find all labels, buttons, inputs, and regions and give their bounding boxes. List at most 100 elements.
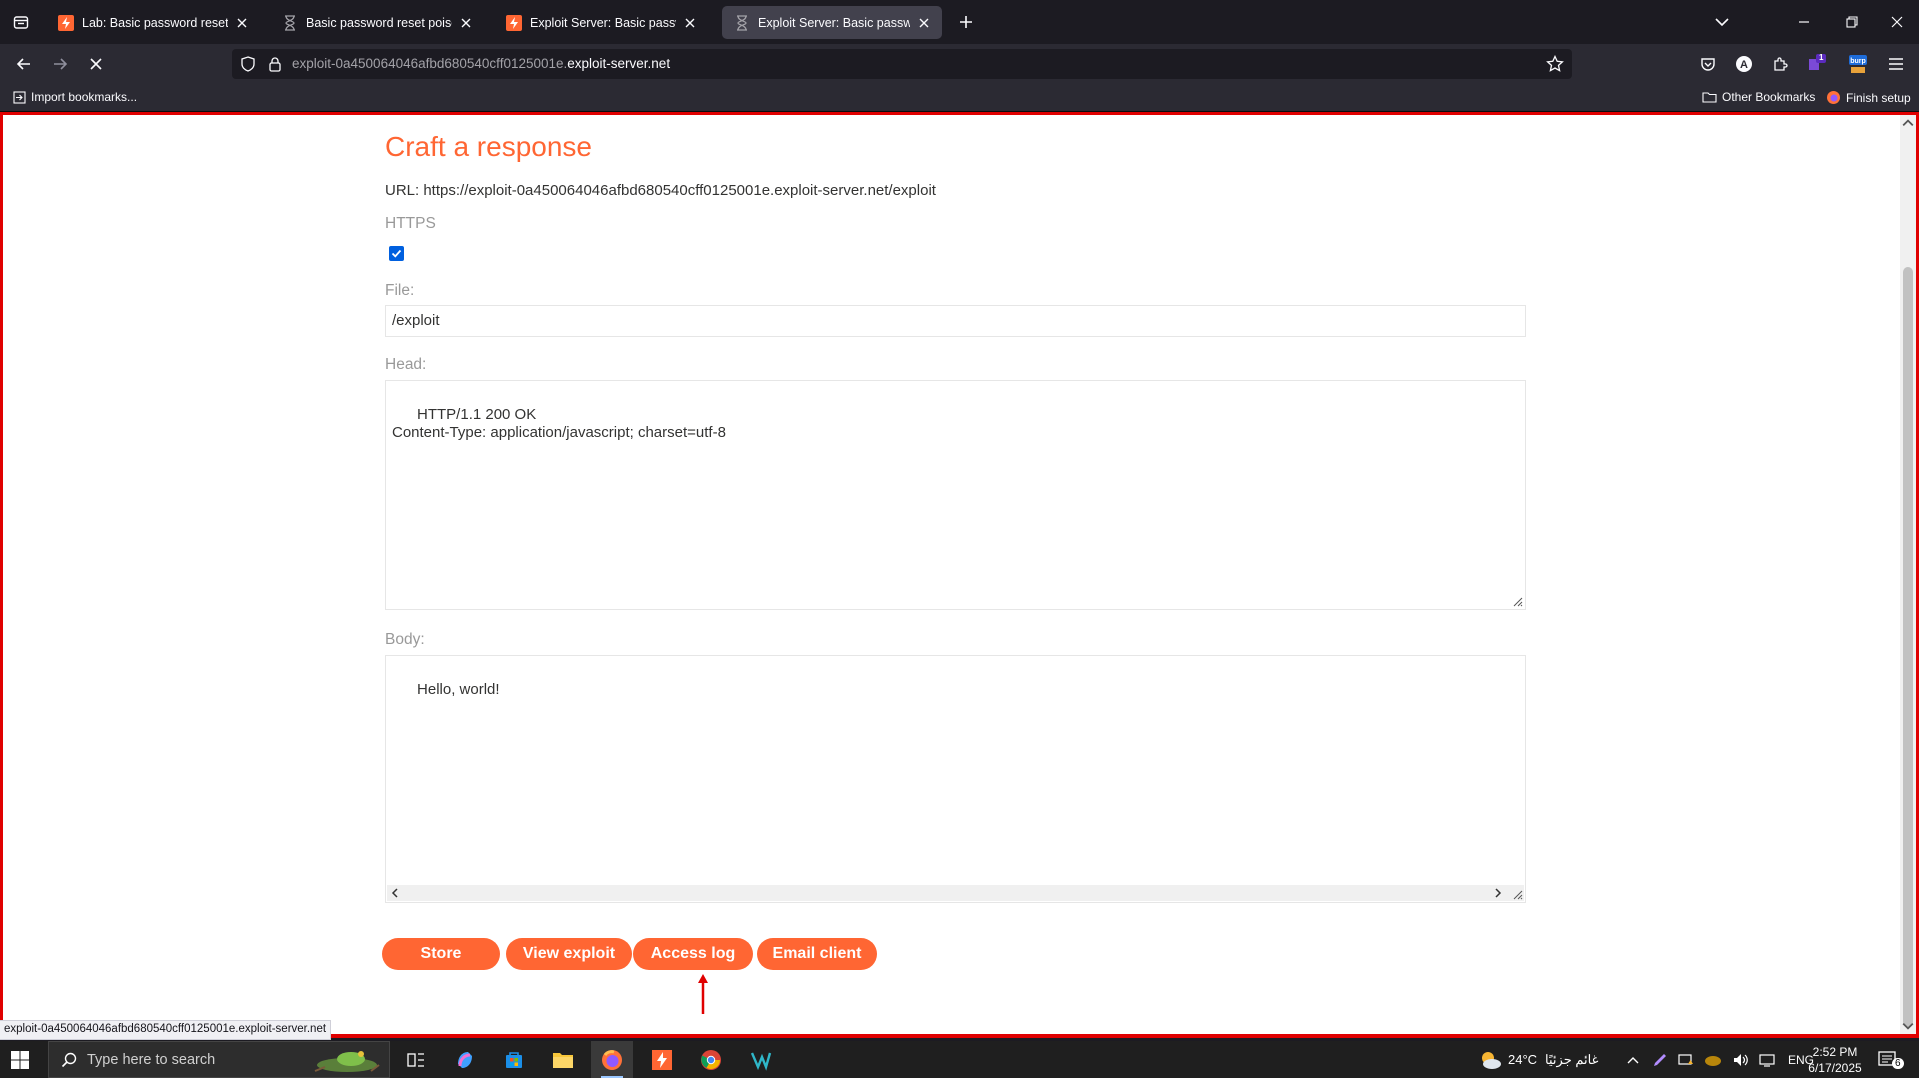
cloud-icon[interactable] <box>1704 1053 1722 1067</box>
list-all-tabs-button[interactable] <box>1708 8 1736 36</box>
extension-badge-button[interactable]: 1 <box>1802 50 1830 78</box>
access-log-button[interactable]: Access log <box>633 938 753 970</box>
vertical-scrollbar[interactable] <box>1900 115 1916 1034</box>
scroll-up-icon <box>1902 119 1914 127</box>
ethernet-icon[interactable] <box>1758 1053 1776 1067</box>
search-highlight-frog-icon <box>314 1051 380 1072</box>
checkmark-icon <box>391 249 402 258</box>
lock-icon[interactable] <box>268 56 282 72</box>
import-bookmarks-link[interactable]: Import bookmarks... <box>13 90 137 104</box>
scrollbar-thumb[interactable] <box>1903 267 1913 1027</box>
burp-extension-button[interactable]: burp <box>1844 50 1872 78</box>
url-text[interactable]: exploit-0a450064046afbd680540cff0125001e… <box>292 56 670 71</box>
other-bookmarks-folder[interactable]: Other Bookmarks <box>1702 90 1815 104</box>
finish-setup-label: Finish setup <box>1846 90 1911 105</box>
account-button[interactable]: A <box>1730 50 1758 78</box>
horizontal-scrollbar[interactable] <box>387 885 1524 901</box>
https-label: HTTPS <box>385 215 436 232</box>
navigation-toolbar: exploit-0a450064046afbd680540cff0125001e… <box>0 44 1919 84</box>
copilot-button[interactable] <box>444 1041 486 1078</box>
system-tray-icons: ENG <box>1626 1041 1814 1078</box>
tab-exploit-server-active[interactable]: Exploit Server: Basic password reset poi… <box>722 6 942 39</box>
weather-temperature: 24°C <box>1508 1052 1538 1067</box>
store-button[interactable]: Store <box>382 938 500 970</box>
hourglass-icon <box>282 14 298 31</box>
portswigger-icon <box>506 14 522 31</box>
task-view-icon <box>407 1052 424 1067</box>
weather-widget[interactable]: 24°C غائم جزئيًا <box>1478 1041 1598 1078</box>
close-tab-icon[interactable] <box>916 15 932 31</box>
page-title: Craft a response <box>385 131 592 162</box>
firefox-icon <box>602 1049 622 1070</box>
minimize-icon <box>1799 21 1809 23</box>
app-icon <box>750 1052 772 1071</box>
burp-suite-button[interactable] <box>641 1041 683 1078</box>
scroll-right-icon <box>1495 888 1502 898</box>
task-view-button[interactable] <box>395 1041 437 1078</box>
link-status-tooltip: exploit-0a450064046afbd680540cff0125001e… <box>0 1020 332 1040</box>
new-tab-button[interactable] <box>954 10 978 34</box>
vscode-like-app-button[interactable] <box>740 1041 782 1078</box>
tab-title: Lab: Basic password reset poisoning <box>82 15 228 30</box>
clock-date: 6/17/2025 <box>1808 1061 1862 1075</box>
chevron-up-icon[interactable] <box>1626 1055 1640 1065</box>
chrome-button[interactable] <box>690 1041 732 1078</box>
firefox-view-button[interactable] <box>8 9 34 35</box>
view-exploit-button[interactable]: View exploit <box>506 938 632 970</box>
finish-setup-link[interactable]: Finish setup <box>1826 90 1911 105</box>
tab-basic-password-reset[interactable]: Basic password reset poisoning <box>270 6 484 39</box>
close-window-button[interactable] <box>1883 8 1911 36</box>
resize-handle-icon[interactable] <box>1511 595 1523 607</box>
back-button[interactable] <box>10 50 38 78</box>
taskbar-clock[interactable]: 2:52 PM 6/17/2025 <box>1800 1044 1870 1076</box>
email-client-button[interactable]: Email client <box>757 938 877 970</box>
forward-button[interactable] <box>46 50 74 78</box>
arrow-left-icon <box>16 58 30 70</box>
tab-exploit-server-1[interactable]: Exploit Server: Basic password reset poi… <box>494 6 708 39</box>
head-textarea[interactable]: HTTP/1.1 200 OK Content-Type: applicatio… <box>385 380 1526 610</box>
address-bar[interactable]: exploit-0a450064046afbd680540cff0125001e… <box>232 49 1572 79</box>
firefox-taskbar-button[interactable] <box>591 1041 633 1078</box>
bookmark-star-icon[interactable] <box>1546 55 1564 73</box>
windows-start-icon[interactable] <box>10 1050 30 1070</box>
tab-title: Basic password reset poisoning <box>306 15 452 30</box>
firefox-view-icon <box>13 16 29 29</box>
hamburger-menu-icon <box>1889 58 1903 70</box>
tracking-shield-icon[interactable] <box>240 56 256 72</box>
file-explorer-button[interactable] <box>542 1041 584 1078</box>
puzzle-icon <box>1774 57 1788 71</box>
scroll-down-icon <box>1902 1022 1914 1030</box>
speaker-icon[interactable] <box>1732 1052 1750 1068</box>
restore-button[interactable] <box>1838 8 1866 36</box>
https-checkbox[interactable] <box>389 246 404 261</box>
menu-button[interactable] <box>1882 50 1910 78</box>
chevron-down-icon <box>1715 18 1729 27</box>
file-input[interactable]: /exploit <box>385 305 1526 337</box>
chrome-icon <box>701 1049 721 1070</box>
bookmarks-toolbar: Import bookmarks... Other Bookmarks Fini… <box>0 84 1919 112</box>
body-textarea[interactable]: Hello, world! <box>385 655 1526 903</box>
tab-strip: Lab: Basic password reset poisoning Basi… <box>0 0 1919 44</box>
tab-lab[interactable]: Lab: Basic password reset poisoning <box>46 6 260 39</box>
body-textarea-value: Hello, world! <box>417 680 500 698</box>
pen-icon[interactable] <box>1652 1052 1668 1068</box>
notification-center-button[interactable]: 6 <box>1878 1041 1912 1078</box>
close-tab-icon[interactable] <box>234 15 250 31</box>
body-label: Body: <box>385 631 425 648</box>
plus-icon <box>960 16 972 28</box>
pocket-button[interactable] <box>1694 50 1722 78</box>
taskbar-search-box[interactable]: Type here to search <box>48 1041 390 1078</box>
folder-icon <box>553 1052 573 1068</box>
microsoft-store-button[interactable] <box>493 1041 535 1078</box>
pocket-icon <box>1701 58 1715 71</box>
close-tab-icon[interactable] <box>682 15 698 31</box>
close-tab-icon[interactable] <box>458 15 474 31</box>
extensions-button[interactable] <box>1766 50 1794 78</box>
exploit-url-line: URL: https://exploit-0a450064046afbd6805… <box>385 182 936 199</box>
partly-cloudy-icon <box>1482 1051 1501 1069</box>
extension-badge-count: 1 <box>1819 53 1824 62</box>
resize-handle-icon[interactable] <box>1511 888 1523 900</box>
stop-loading-button[interactable] <box>82 50 110 78</box>
network-alert-icon[interactable] <box>1678 1052 1694 1068</box>
minimize-button[interactable] <box>1790 8 1818 36</box>
